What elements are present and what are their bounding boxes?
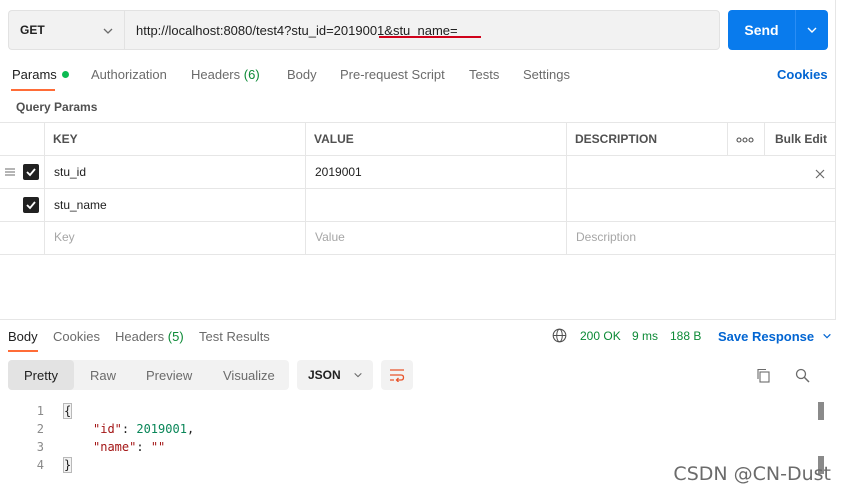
save-response-button[interactable]: Save Response (718, 329, 832, 344)
json-line-name: "name": "" (93, 440, 166, 454)
chevron-down-icon (822, 333, 831, 339)
method-value: GET (20, 23, 45, 37)
table-col-divider (305, 122, 306, 254)
bulk-edit-button[interactable]: Bulk Edit (775, 132, 827, 146)
new-description-placeholder[interactable]: Description (576, 230, 636, 244)
line-number: 1 (36, 404, 44, 418)
url-annotation-underline (379, 36, 481, 38)
table-row-border (0, 188, 835, 189)
table-row-border (0, 254, 835, 255)
send-label: Send (744, 22, 779, 38)
tab-prerequest-script[interactable]: Pre-request Script (340, 67, 445, 82)
view-raw-button[interactable]: Raw (90, 360, 116, 390)
line-number: 4 (36, 458, 44, 472)
view-pretty-button[interactable]: Pretty (8, 360, 74, 390)
format-select[interactable]: JSON (297, 360, 373, 390)
line-number: 3 (36, 440, 44, 454)
tab-authorization[interactable]: Authorization (91, 67, 167, 82)
new-key-placeholder[interactable]: Key (54, 230, 75, 244)
param-value[interactable]: 2019001 (315, 165, 362, 179)
table-row-border (0, 221, 835, 222)
send-options-chevron-icon[interactable] (796, 24, 828, 36)
response-tab-headers[interactable]: Headers (5) (115, 329, 184, 344)
response-size[interactable]: 188 B (670, 329, 701, 343)
json-open-brace: { (62, 403, 73, 419)
tab-headers-label: Headers (191, 67, 241, 82)
tab-headers[interactable]: Headers (6) (191, 67, 260, 82)
new-value-placeholder[interactable]: Value (315, 230, 345, 244)
response-tab-headers-label: Headers (115, 329, 165, 344)
json-key: "name" (93, 440, 137, 454)
response-tab-body[interactable]: Body (8, 329, 38, 344)
table-col-divider (727, 122, 728, 155)
send-button[interactable]: Send (728, 10, 828, 50)
chevron-down-icon (103, 28, 113, 34)
cookies-link[interactable]: Cookies (777, 67, 828, 82)
panel-right-border (835, 0, 836, 320)
row-checkbox[interactable] (23, 197, 39, 213)
chevron-down-icon (354, 372, 362, 378)
response-time[interactable]: 9 ms (632, 329, 658, 343)
table-col-divider (566, 122, 567, 254)
tab-params-label: Params (12, 67, 57, 82)
response-divider (0, 319, 835, 320)
tab-params-underline (11, 89, 55, 91)
json-close-brace: } (62, 457, 73, 473)
column-header-key: KEY (53, 132, 78, 146)
tab-tests[interactable]: Tests (469, 67, 499, 82)
json-line-id: "id": 2019001, (93, 422, 195, 436)
view-preview-button[interactable]: Preview (146, 360, 192, 390)
save-response-label: Save Response (718, 329, 815, 344)
table-header-border (0, 155, 835, 156)
table-top-border (0, 122, 835, 123)
response-tab-test-results[interactable]: Test Results (199, 329, 270, 344)
tab-params[interactable]: Params (12, 67, 69, 82)
status-code[interactable]: 200 OK (580, 329, 621, 343)
method-select[interactable]: GET (8, 10, 124, 50)
tab-settings[interactable]: Settings (523, 67, 570, 82)
param-key[interactable]: stu_name (54, 198, 107, 212)
json-key: "id" (93, 422, 122, 436)
format-value: JSON (308, 368, 341, 382)
response-tab-headers-count: (5) (167, 329, 184, 344)
more-options-icon[interactable] (736, 133, 754, 148)
view-visualize-button[interactable]: Visualize (223, 360, 275, 390)
globe-icon[interactable] (552, 328, 567, 346)
url-input[interactable]: http://localhost:8080/test4?stu_id=20190… (124, 10, 720, 50)
param-key[interactable]: stu_id (54, 165, 86, 179)
search-icon[interactable] (795, 368, 810, 386)
json-value: 2019001 (136, 422, 187, 436)
params-active-dot (61, 71, 69, 78)
response-tab-cookies[interactable]: Cookies (53, 329, 100, 344)
wrap-lines-icon[interactable] (381, 360, 413, 390)
response-tab-body-underline (8, 350, 38, 352)
column-header-value: VALUE (314, 132, 354, 146)
query-params-label: Query Params (16, 100, 98, 114)
column-header-description: DESCRIPTION (575, 132, 658, 146)
scrollbar-thumb[interactable] (818, 402, 824, 420)
copy-icon[interactable] (756, 368, 771, 386)
tab-body[interactable]: Body (287, 67, 317, 82)
watermark: CSDN @CN-Dust (673, 463, 831, 485)
tab-headers-count: (6) (243, 67, 260, 82)
delete-row-icon[interactable] (815, 167, 825, 182)
table-col-divider (44, 122, 45, 254)
table-col-divider (764, 122, 765, 155)
json-value: "" (150, 440, 166, 454)
line-number: 2 (36, 422, 44, 436)
drag-handle-icon[interactable] (4, 166, 16, 181)
row-checkbox[interactable] (23, 164, 39, 180)
